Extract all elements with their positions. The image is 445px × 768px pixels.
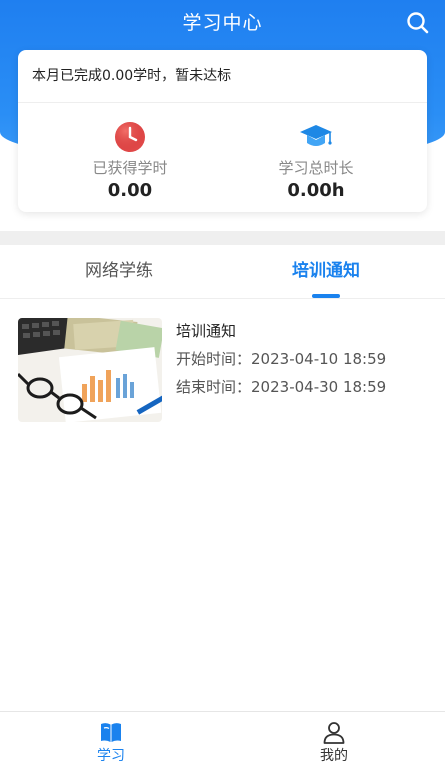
clock-icon bbox=[115, 122, 145, 152]
end-time-value: 2023-04-30 18:59 bbox=[251, 378, 387, 396]
monthly-notice: 本月已完成0.00学时，暂未达标 bbox=[18, 50, 427, 103]
bottom-navigation: 学习 我的 bbox=[0, 711, 445, 768]
graduation-cap-icon bbox=[300, 125, 332, 146]
earned-hours-stat: 已获得学时 0.00 bbox=[28, 120, 232, 202]
start-time-value: 2023-04-10 18:59 bbox=[251, 350, 387, 368]
tab-online-practice[interactable]: 网络学练 bbox=[8, 245, 230, 298]
nav-mine-label: 我的 bbox=[320, 748, 348, 764]
earned-hours-label: 已获得学时 bbox=[92, 159, 168, 177]
end-time-label: 结束时间： bbox=[176, 378, 252, 396]
search-icon bbox=[407, 12, 429, 34]
notice-end-time: 结束时间：2023-04-30 18:59 bbox=[176, 376, 386, 398]
section-divider bbox=[0, 231, 445, 245]
user-icon bbox=[323, 722, 345, 744]
study-summary-card: 本月已完成0.00学时，暂未达标 已获得学时 0.00 学习总时长 0.00h bbox=[18, 50, 427, 212]
total-duration-value: 0.00h bbox=[287, 180, 345, 201]
tab-bar: 网络学练 培训通知 bbox=[0, 245, 445, 299]
notice-title: 培训通知 bbox=[176, 322, 237, 340]
nav-study[interactable]: 学习 bbox=[0, 712, 222, 768]
book-icon bbox=[101, 723, 121, 742]
page-title: 学习中心 bbox=[182, 12, 263, 34]
search-button[interactable] bbox=[405, 10, 431, 36]
start-time-label: 开始时间： bbox=[176, 350, 252, 368]
nav-study-label: 学习 bbox=[97, 748, 125, 764]
earned-hours-value: 0.00 bbox=[107, 180, 153, 201]
nav-mine[interactable]: 我的 bbox=[223, 712, 445, 768]
list-item[interactable]: 培训通知 开始时间：2023-04-10 18:59 结束时间：2023-04-… bbox=[18, 318, 427, 422]
total-duration-stat: 学习总时长 0.00h bbox=[214, 120, 418, 202]
active-tab-indicator bbox=[312, 294, 340, 298]
notice-start-time: 开始时间：2023-04-10 18:59 bbox=[176, 348, 386, 370]
tab-training-notice[interactable]: 培训通知 bbox=[215, 245, 437, 298]
total-duration-label: 学习总时长 bbox=[278, 159, 354, 177]
notice-thumbnail bbox=[18, 318, 162, 422]
